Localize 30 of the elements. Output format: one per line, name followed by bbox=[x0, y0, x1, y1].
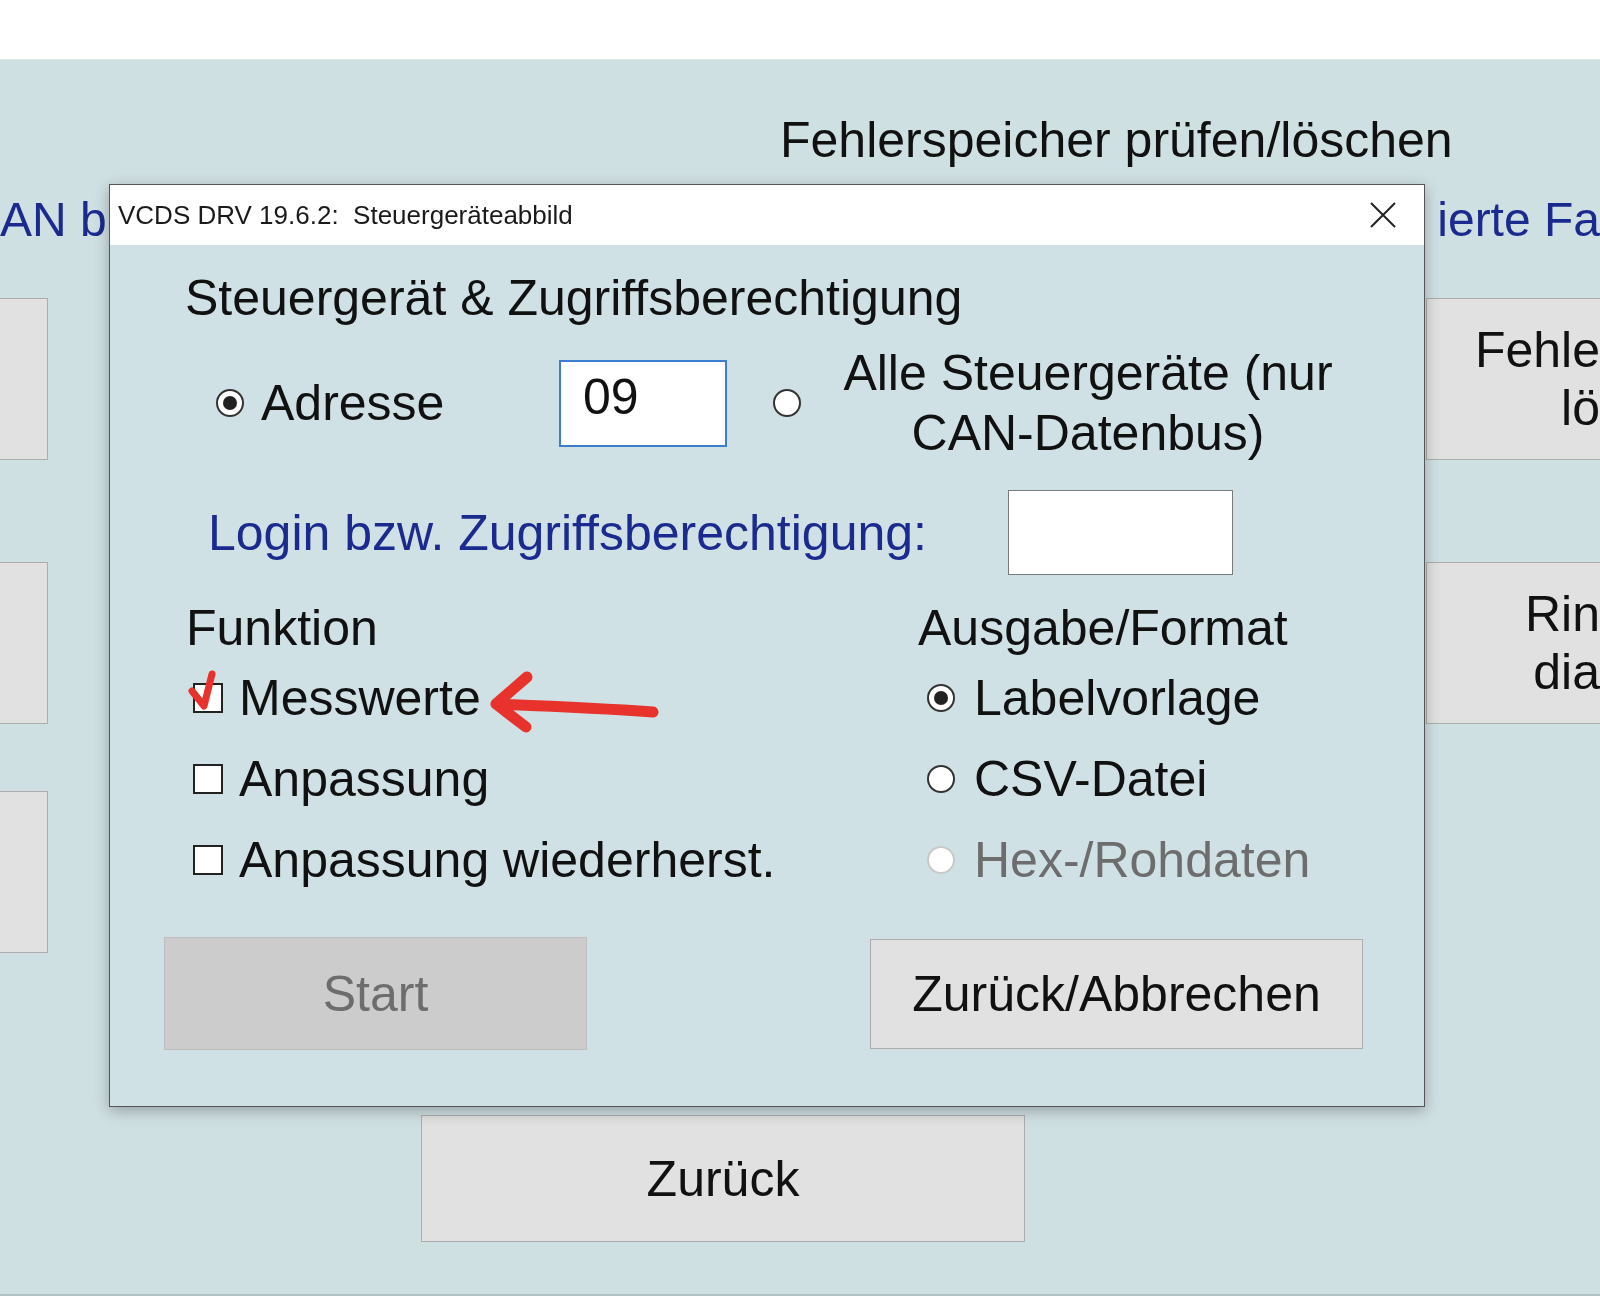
window-title: VCDS DRV 19.6.2: Steuergeräteabbild bbox=[118, 199, 573, 231]
checkbox[interactable] bbox=[193, 844, 223, 875]
checkbox-label[interactable]: Anpassung bbox=[239, 749, 490, 808]
tick-icon bbox=[187, 668, 217, 711]
checkbox-label[interactable]: Messwerte bbox=[239, 668, 481, 727]
cancel-button[interactable]: Zurück/Abbrechen bbox=[870, 939, 1363, 1049]
radio-label[interactable]: CSV-Datei bbox=[974, 749, 1208, 808]
section-label: ierte Fa bbox=[1437, 192, 1600, 248]
group-title: Ausgabe/Format bbox=[918, 599, 1288, 657]
side-button[interactable]: Rin dia bbox=[1426, 562, 1600, 724]
radio-button[interactable] bbox=[927, 764, 955, 793]
radio-button[interactable] bbox=[216, 389, 244, 417]
section-heading: Fehlerspeicher prüfen/löschen bbox=[780, 111, 1453, 169]
section-label: AN b bbox=[0, 192, 107, 248]
login-field[interactable] bbox=[1008, 490, 1233, 575]
checkbox[interactable] bbox=[193, 763, 223, 794]
side-button[interactable]: Fehle lö bbox=[1426, 298, 1600, 460]
radio-button[interactable] bbox=[773, 389, 801, 417]
address-field[interactable]: 09 bbox=[559, 359, 727, 447]
back-button[interactable]: Zurück bbox=[421, 1115, 1025, 1242]
option-label[interactable]: Adresse bbox=[261, 374, 445, 432]
section-heading: Steuergerät & Zugriffsberechtigung bbox=[185, 269, 963, 327]
close-button[interactable] bbox=[1370, 202, 1396, 228]
radio-label[interactable]: Labelvorlage bbox=[974, 668, 1261, 727]
close-icon bbox=[1370, 202, 1396, 228]
option-label[interactable]: Alle Steuergeräte (nur CAN-Datenbus) bbox=[831, 343, 1345, 463]
group-title: Funktion bbox=[186, 599, 378, 657]
checkbox-label[interactable]: Anpassung wiederherst. bbox=[239, 830, 776, 889]
login-label: Login bzw. Zugriffsberechtigung: bbox=[208, 504, 927, 561]
radio-button[interactable] bbox=[927, 683, 955, 712]
